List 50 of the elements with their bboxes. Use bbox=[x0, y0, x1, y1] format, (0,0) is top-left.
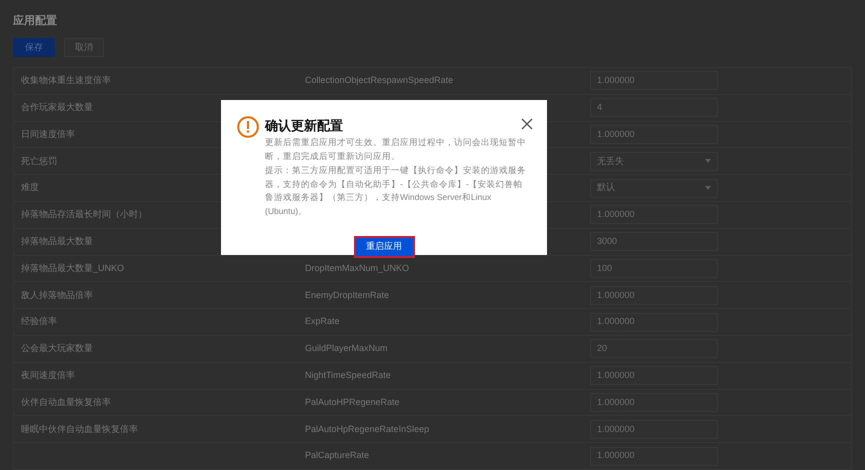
input-field[interactable]: 1.000000 bbox=[590, 71, 718, 90]
setting-key: DropItemMaxNum_UNKO bbox=[305, 262, 410, 273]
setting-label: 掉落物品存活最长时间（小时） bbox=[21, 209, 147, 220]
setting-key: PalAutoHPRegeneRate bbox=[305, 396, 400, 407]
input-field[interactable]: 100 bbox=[590, 258, 718, 278]
input-field[interactable]: 1.000000 bbox=[590, 420, 718, 439]
setting-key: GuildPlayerMaxNum bbox=[305, 343, 388, 354]
input-field[interactable]: 3000 bbox=[590, 232, 718, 252]
setting-label: 难度 bbox=[21, 182, 39, 192]
input-field[interactable]: 1.000000 bbox=[590, 286, 718, 305]
setting-label: 死亡惩罚 bbox=[21, 156, 57, 166]
setting-key: NightTimeSpeedRate bbox=[305, 370, 391, 380]
page-title: 应用配置 bbox=[13, 14, 58, 29]
caret-icon bbox=[705, 159, 711, 164]
setting-key: CollectionObjectRespawnSpeedRate bbox=[305, 75, 454, 86]
input-field[interactable]: 4 bbox=[590, 98, 718, 118]
dialog-message: 提示：第三方应用配置可适用于一键【执行命令】安装的游戏服务器，支持的命令为【自动化助手】-【公共命令库】-【安装幻兽帕鲁游戏服务器】（第三方），支持Windows Server和Linux (Ubuntu)。 bbox=[265, 164, 527, 218]
setting-label: 敌人掉落物品倍率 bbox=[21, 290, 93, 300]
setting-label: 睡眠中伙伴自动血量恢复倍率 bbox=[21, 424, 138, 434]
select-field[interactable]: 默认 bbox=[590, 178, 718, 198]
setting-label: 收集物体重生速度倍率 bbox=[21, 75, 111, 86]
setting-key: PalCaptureRate bbox=[305, 450, 370, 460]
setting-label: 日间速度倍率 bbox=[21, 128, 75, 139]
setting-label: 公会最大玩家数量 bbox=[21, 343, 93, 354]
setting-label: 掉落物品最大数量_UNKO bbox=[21, 262, 124, 273]
close-icon bbox=[521, 118, 533, 130]
input-field[interactable]: 1.000000 bbox=[590, 205, 718, 224]
input-field[interactable]: 1.000000 bbox=[590, 366, 718, 386]
caret-icon bbox=[705, 186, 711, 190]
input-field[interactable]: 1.000000 bbox=[590, 392, 718, 412]
input-field[interactable]: 1.000000 bbox=[590, 312, 718, 332]
cancel-button[interactable]: 取消 bbox=[64, 38, 104, 57]
select-field[interactable]: 无丢失 bbox=[590, 152, 718, 171]
setting-key: EnemyDropItemRate bbox=[305, 290, 390, 300]
setting-label: 夜间速度倍率 bbox=[21, 370, 75, 380]
setting-key: ExpRate bbox=[305, 316, 340, 326]
setting-label: 经验倍率 bbox=[21, 316, 57, 326]
input-field[interactable]: 1.000000 bbox=[590, 124, 718, 144]
setting-key: PalAutoHpRegeneRateInSleep bbox=[305, 424, 430, 434]
setting-label: 合作玩家最大数量 bbox=[21, 102, 93, 112]
close-button[interactable] bbox=[521, 118, 533, 130]
restart-app-button[interactable]: 重启应用 bbox=[354, 236, 414, 258]
dialog-title: 确认更新配置 bbox=[265, 117, 343, 135]
input-field[interactable]: 1.000000 bbox=[590, 446, 718, 466]
input-field[interactable]: 20 bbox=[590, 339, 718, 358]
setting-label: 掉落物品最大数量 bbox=[21, 236, 93, 246]
warning-icon bbox=[237, 116, 259, 138]
setting-label: 伙伴自动血量恢复倍率 bbox=[21, 396, 111, 407]
dialog-message: 更新后需重启应用才可生效。重启应用过程中，访问会出现短暂中断，重启完成后可重新访问应用。 bbox=[265, 136, 527, 162]
save-button[interactable]: 保存 bbox=[13, 38, 55, 57]
